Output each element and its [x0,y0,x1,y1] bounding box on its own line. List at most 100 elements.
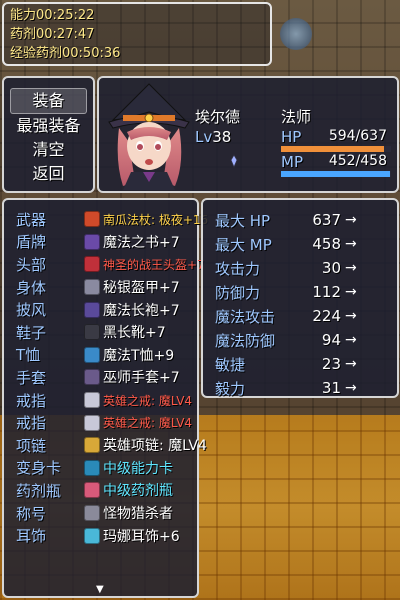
equipment-item-name: 魔法长袍+7 [103,302,180,319]
menu-return[interactable]: 返回 [10,162,87,186]
scroll-down-icon[interactable]: ▼ [96,584,104,595]
ring-icon [84,392,100,409]
character-class: 法师 [281,108,312,126]
equipment-row[interactable]: 身体 秘银盔甲+7 [4,276,197,299]
gloves-icon [84,369,100,386]
stat-row: 魔法攻击 224 → [203,304,397,328]
equipment-row[interactable]: 鞋子 黑长靴+7 [4,321,197,344]
arrow-right-icon: → [345,380,357,396]
mp-bar [281,171,391,177]
equipment-item-name: 南瓜法杖: 极夜+16 [103,212,209,227]
buff-timers-panel: 能力00:25:22 药剂00:27:47 经验药剂00:50:36 [2,2,272,66]
equipment-slot-label: 武器 [16,210,47,229]
character-name: 埃尔德 [195,108,241,126]
shirt-icon [84,346,100,363]
equipment-item-name: 巫师手套+7 [103,370,180,387]
equipment-row[interactable]: 耳饰 玛娜耳饰+6 [4,524,197,547]
title-icon [84,505,100,522]
equipment-row[interactable]: 头部 神圣的战王头盔+7 [4,253,205,276]
book-icon [84,233,100,250]
menu-equip[interactable]: 装备 [10,88,87,114]
ring-icon [84,414,100,431]
equipment-item-name: 中级药剂瓶 [103,483,173,500]
robe-icon [84,301,100,318]
hp-bar-fill [281,146,384,152]
equipment-slot-label: T恤 [16,346,41,365]
stat-name: 毅力 [215,379,246,398]
equipment-slot-label: 盾牌 [16,233,47,252]
equipment-row[interactable]: 戒指 英雄之戒: 魔LV4 [4,411,197,434]
stat-name: 最大 HP [215,211,271,230]
card-icon [84,459,100,476]
stat-value: 458 [312,235,341,253]
timer-ability: 能力00:25:22 [10,8,95,23]
equipment-row[interactable]: 戒指 英雄之戒: 魔LV4 [4,389,197,412]
equipment-slot-label: 变身卡 [16,459,62,478]
arrow-right-icon: → [345,284,357,300]
stat-value: 30 [321,259,341,277]
equipment-row[interactable]: T恤 魔法T恤+9 [4,344,197,367]
stat-name: 最大 MP [215,235,272,254]
equipment-slot-label: 身体 [16,278,47,297]
equipment-item-name: 秘银盔甲+7 [103,280,180,297]
arrow-right-icon: → [345,308,357,324]
equipment-row[interactable]: 项链 英雄项链: 魔LV4 [4,434,207,457]
equipment-item-name: 魔法之书+7 [103,234,180,251]
level-value: 38 [212,128,232,146]
hp-value: 594/637 [328,128,387,144]
armor-icon [84,279,100,296]
equipment-row[interactable]: 盾牌 魔法之书+7 [4,231,197,254]
stat-row: 敏捷 23 → [203,352,397,376]
equipment-row[interactable]: 药剂瓶 中级药剂瓶 [4,479,197,502]
boots-icon [84,324,100,341]
equipment-row[interactable]: 手套 巫师手套+7 [4,366,197,389]
stat-row: 魔法防御 94 → [203,328,397,352]
arrow-right-icon: → [345,356,357,372]
equipment-row[interactable]: 称号 怪物猎杀者 [4,502,197,525]
hp-label: HP [281,128,302,146]
equipment-item-name: 怪物猎杀者 [103,506,173,523]
arrow-right-icon: → [345,212,357,228]
equipment-slot-label: 披风 [16,301,47,320]
equipment-slot-label: 耳饰 [16,527,47,546]
menu-optimize[interactable]: 最强装备 [10,114,87,138]
character-portrait [108,83,190,190]
equipment-item-name: 神圣的战王头盔+7 [103,257,205,272]
equipment-slot-label: 鞋子 [16,323,47,342]
stat-name: 敏捷 [215,355,246,374]
equipment-row[interactable]: 变身卡 中级能力卡 [4,457,197,480]
arrow-right-icon: → [345,236,357,252]
arrow-right-icon: → [345,332,357,348]
stat-value: 112 [312,283,341,301]
menu-clear[interactable]: 清空 [10,138,87,162]
stats-panel: 最大 HP 637 → 最大 MP 458 → 攻击力 30 → 防御力 112 → 魔法攻击 224 → 魔… [201,198,399,398]
stat-value: 224 [312,307,341,325]
map-emblem-icon [280,18,312,50]
stat-name: 魔法防御 [215,331,276,350]
hp-bar [281,146,391,152]
necklace-icon [84,437,100,454]
equipment-item-name: 英雄之戒: 魔LV4 [103,393,193,408]
earring-icon [84,527,100,544]
stat-value: 23 [321,355,341,373]
staff-icon [84,211,100,228]
equipment-panel: 武器 南瓜法杖: 极夜+16 盾牌 魔法之书+7 头部 神圣的战王头盔+7 身体 秘银盔甲+7… [2,198,208,598]
equipment-slot-label: 项链 [16,436,47,455]
stat-name: 魔法攻击 [215,307,276,326]
status-effect-icon [230,154,238,168]
equipment-slot-label: 称号 [16,504,47,523]
equipment-row[interactable]: 披风 魔法长袍+7 [4,298,197,321]
equipment-row[interactable]: 武器 南瓜法杖: 极夜+16 [4,208,208,231]
equipment-slot-label: 戒指 [16,391,47,410]
stat-row: 最大 MP 458 → [203,232,397,256]
stat-row: 防御力 112 → [203,280,397,304]
equipment-item-name: 黑长靴+7 [103,325,166,342]
potion-icon [84,482,100,499]
timer-potion: 药剂00:27:47 [10,27,95,42]
equipment-item-name: 中级能力卡 [103,460,173,477]
character-level: Lv38 [195,128,231,146]
stat-value: 637 [312,211,341,229]
equipment-item-name: 玛娜耳饰+6 [103,528,180,545]
timer-exp-potion: 经验药剂00:50:36 [10,46,121,61]
character-status-panel: 埃尔德 法师 Lv38 HP 594/637 MP 452/458 [97,76,399,193]
